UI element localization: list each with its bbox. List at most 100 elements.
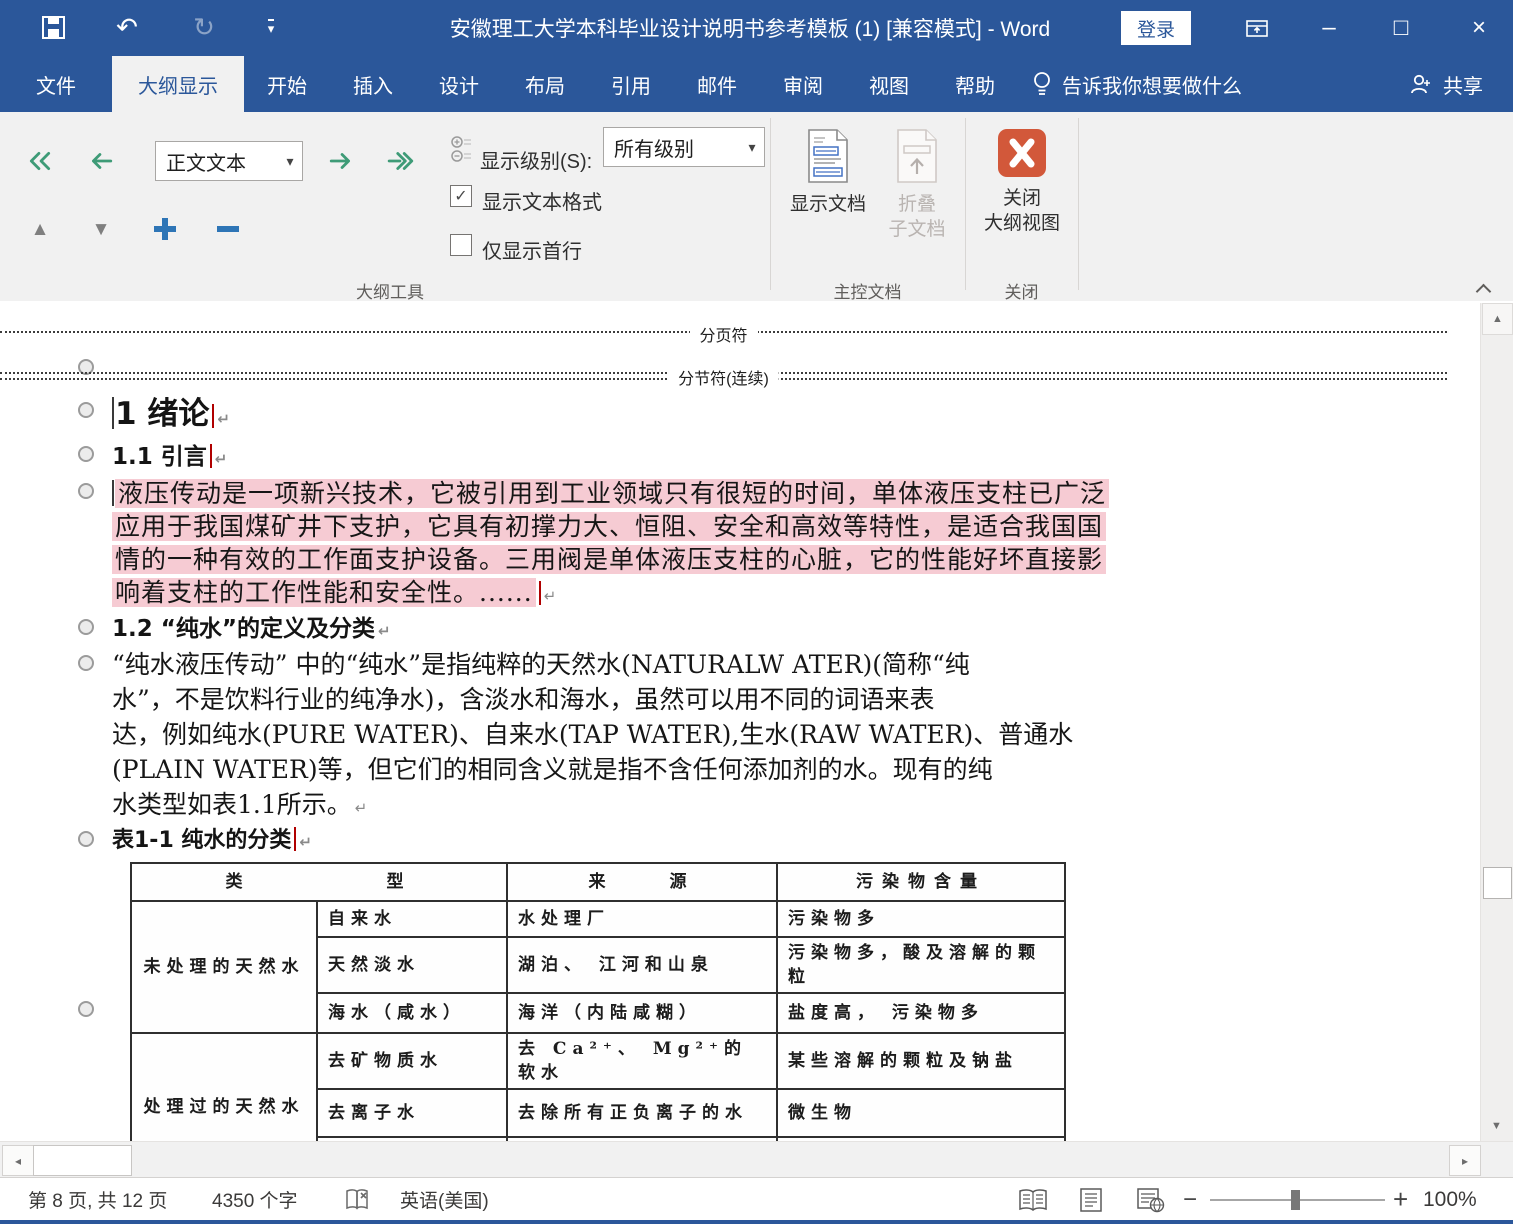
customize-qat-button[interactable]: ▾ xyxy=(258,10,284,44)
share-button[interactable]: 共享 xyxy=(1409,56,1483,112)
lightbulb-icon xyxy=(1034,72,1050,95)
tab-view[interactable]: 视图 xyxy=(846,56,932,112)
promote-button[interactable] xyxy=(79,143,123,179)
ribbon-tab-bar: 文件 大纲显示 开始 插入 设计 布局 引用 邮件 审阅 视图 帮助 告诉我你想… xyxy=(0,56,1513,112)
promote-to-heading1-button[interactable] xyxy=(18,143,62,179)
web-layout-icon xyxy=(1137,1187,1165,1212)
horizontal-scrollbar-thumb[interactable] xyxy=(33,1145,132,1176)
table-cell: 微生物 xyxy=(776,1088,1067,1138)
move-up-button[interactable]: ▲ xyxy=(18,211,62,247)
horizontal-scrollbar[interactable]: ◂ ▸ xyxy=(0,1141,1513,1178)
undo-button[interactable]: ↶ xyxy=(110,10,144,44)
demote-to-body-button[interactable] xyxy=(379,143,423,179)
web-layout-button[interactable] xyxy=(1136,1178,1166,1221)
zoom-slider-thumb[interactable] xyxy=(1291,1190,1300,1210)
highlighted-line: 液压传动是一项新兴技术，它被引用到工业领域只有很短的时间，单体液压支柱已广泛 xyxy=(115,479,1110,508)
tell-me-box[interactable]: 告诉我你想要做什么 xyxy=(1032,56,1242,112)
close-outline-view-label-line1: 关闭 xyxy=(1002,188,1041,209)
ribbon-display-options-button[interactable] xyxy=(1228,0,1286,56)
show-first-line-only-checkbox[interactable] xyxy=(450,234,472,256)
outline-bullet[interactable] xyxy=(78,1001,94,1017)
move-down-button[interactable]: ▼ xyxy=(79,211,123,247)
collapse-subdocuments-label-line2: 子文档 xyxy=(888,219,946,240)
page-indicator[interactable]: 第 8 页, 共 12 页 xyxy=(28,1178,167,1221)
formatting-mark xyxy=(209,444,212,468)
tab-layout[interactable]: 布局 xyxy=(502,56,588,112)
title-bar: ↶ ↻ ▾ 安徽理工大学本科毕业设计说明书参考模板 (1) [兼容模式] - W… xyxy=(0,0,1513,56)
table-cell: 处理过的天然水 xyxy=(130,1032,318,1141)
outline-bullet[interactable] xyxy=(78,446,94,462)
print-layout-button[interactable] xyxy=(1078,1178,1104,1221)
paragraph-line: (PLAIN WATER)等，但它们的相同含义就是指不含任何添加剂的水。现有的纯 xyxy=(112,755,993,784)
outline-bullet[interactable] xyxy=(78,831,94,847)
show-text-formatting-checkbox[interactable]: ✓ xyxy=(450,185,472,207)
tab-insert[interactable]: 插入 xyxy=(330,56,416,112)
table-cell: 盐度高， 污染物多 xyxy=(776,992,1067,1034)
tab-outline-view[interactable]: 大纲显示 xyxy=(112,56,244,112)
paragraph-mark-icon: ↵ xyxy=(217,410,230,428)
tab-file[interactable]: 文件 xyxy=(0,56,112,112)
vertical-scrollbar[interactable]: ▲ ▼ xyxy=(1480,303,1513,1141)
outline-bullet[interactable] xyxy=(78,619,94,635)
outline-bullet[interactable] xyxy=(78,655,94,671)
minus-icon xyxy=(217,226,239,232)
collapse-button[interactable] xyxy=(206,211,250,247)
save-button[interactable] xyxy=(36,10,70,44)
proofing-status-button[interactable] xyxy=(344,1178,372,1221)
show-document-button[interactable]: 显示文档 xyxy=(787,128,869,280)
scroll-down-button[interactable]: ▼ xyxy=(1482,1111,1511,1141)
vertical-scrollbar-thumb[interactable] xyxy=(1483,867,1512,899)
qat-caret-icon: ▾ xyxy=(267,19,275,36)
close-button[interactable]: × xyxy=(1450,0,1508,56)
language-indicator[interactable]: 英语(美国) xyxy=(400,1178,489,1221)
close-outline-view-button[interactable]: 关闭 大纲视图 xyxy=(981,128,1063,280)
group-divider xyxy=(770,118,771,290)
collapse-ribbon-button[interactable] xyxy=(1478,282,1490,294)
tab-references[interactable]: 引用 xyxy=(588,56,674,112)
scroll-left-button[interactable]: ◂ xyxy=(2,1145,34,1176)
zoom-level[interactable]: 100% xyxy=(1423,1178,1477,1221)
table-cell: 自来水 xyxy=(315,900,509,938)
group-divider xyxy=(965,118,966,290)
tab-home[interactable]: 开始 xyxy=(244,56,330,112)
show-first-line-only-label[interactable]: 仅显示首行 xyxy=(482,235,582,264)
outline-level-select[interactable]: 正文文本 ▾ xyxy=(155,141,303,181)
scroll-down-icon: ▼ xyxy=(1491,1120,1502,1132)
text-cursor xyxy=(112,480,114,506)
show-text-formatting-label[interactable]: 显示文本格式 xyxy=(482,186,602,215)
highlighted-paragraph: 液压传动是一项新兴技术，它被引用到工业领域只有很短的时间，单体液压支柱已广泛 应… xyxy=(112,477,1110,609)
outline-bullet[interactable] xyxy=(78,402,94,418)
table-image[interactable]: 类 型 来 源 污染物含量 未处理的天然水 自来水 水处理厂 污染物多 天然淡水… xyxy=(130,862,1068,1141)
table-cell: 去除所有正负离子的水 xyxy=(506,1088,779,1138)
scroll-up-button[interactable]: ▲ xyxy=(1482,303,1513,335)
collapse-subdocuments-button[interactable]: 折叠 子文档 xyxy=(876,128,958,280)
down-triangle-icon: ▼ xyxy=(91,218,111,240)
document-canvas[interactable]: 分页符 分节符(连续) 1 绪论 ↵ 1.1 引言 ↵ 液压传动是一项新兴技术，它被… xyxy=(0,301,1513,1141)
read-mode-button[interactable] xyxy=(1018,1178,1048,1221)
demote-button[interactable] xyxy=(319,143,363,179)
undo-icon: ↶ xyxy=(116,12,138,42)
zoom-out-button[interactable]: − xyxy=(1183,1178,1197,1221)
maximize-button[interactable]: □ xyxy=(1372,0,1430,56)
save-icon xyxy=(41,15,65,39)
minimize-button[interactable]: – xyxy=(1300,0,1358,56)
zoom-in-button[interactable]: + xyxy=(1393,1178,1408,1221)
window-bottom-border xyxy=(0,1220,1513,1224)
expand-button[interactable] xyxy=(143,211,187,247)
highlighted-line: 应用于我国煤矿井下支护，它具有初撑力大、恒阻、安全和高效等特性，是适合我国国 xyxy=(112,512,1107,541)
redo-button[interactable]: ↻ xyxy=(187,10,221,44)
tab-help[interactable]: 帮助 xyxy=(932,56,1018,112)
tab-mailings[interactable]: 邮件 xyxy=(674,56,760,112)
outline-bullet[interactable] xyxy=(78,483,94,499)
show-level-icon xyxy=(451,136,471,162)
show-level-select[interactable]: 所有级别 ▾ xyxy=(603,127,765,167)
formatting-mark xyxy=(294,827,297,851)
tab-review[interactable]: 审阅 xyxy=(760,56,846,112)
word-count[interactable]: 4350 个字 xyxy=(212,1178,298,1221)
highlighted-line: 情的一种有效的工作面支护设备。三用阀是单体液压支柱的心脏，它的性能好坏直接影 xyxy=(112,545,1107,574)
scroll-right-button[interactable]: ▸ xyxy=(1449,1145,1481,1176)
sign-in-button[interactable]: 登录 xyxy=(1121,11,1191,45)
tab-design[interactable]: 设计 xyxy=(416,56,502,112)
read-mode-icon xyxy=(1019,1188,1047,1211)
table-caption-row: 表1-1 纯水的分类 ↵ xyxy=(112,822,312,854)
